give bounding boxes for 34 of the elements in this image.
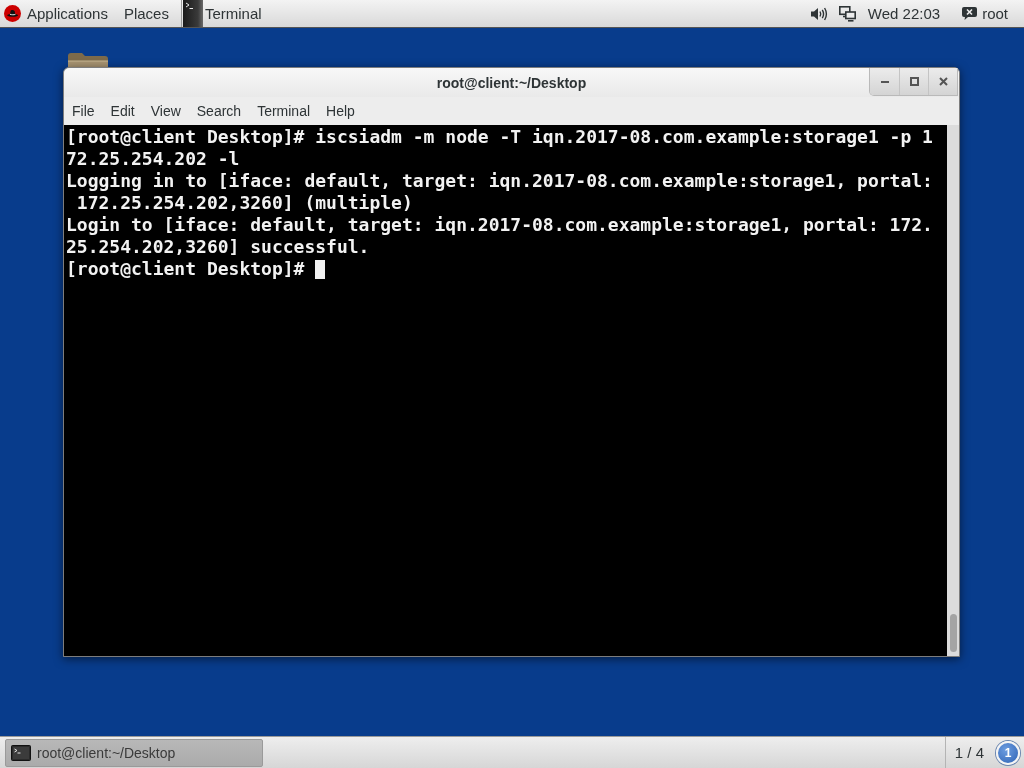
terminal-line: 25.254.202,3260] successful. (66, 236, 370, 258)
menu-item[interactable]: View (142, 99, 189, 123)
terminal-line: 72.25.254.202 -l (66, 148, 240, 170)
hat-logo-icon (4, 5, 21, 22)
close-button[interactable] (928, 68, 957, 95)
menu-item[interactable]: Help (318, 99, 363, 123)
terminal-line: Logging in to [iface: default, target: iqn.2017-08.com.example:storage1, portal: (66, 170, 933, 192)
window-title: root@client:~/Desktop (436, 74, 587, 91)
panel-menu[interactable]: Applications (0, 0, 116, 27)
minimize-icon (880, 80, 889, 83)
scrollbar-thumb[interactable] (949, 614, 957, 652)
close-icon (938, 77, 948, 86)
menu-item[interactable]: File (64, 99, 103, 123)
box-x-icon (962, 7, 978, 20)
maximize-icon (909, 77, 919, 86)
terminal-icon (11, 744, 31, 761)
terminal-icon (182, 0, 203, 27)
volume-icon (810, 6, 828, 21)
menu-item[interactable]: Edit (102, 99, 143, 123)
maximize-button[interactable] (899, 68, 928, 95)
window-list-button[interactable]: root@client:~/Desktop (5, 738, 263, 767)
panel-menu[interactable]: Places (115, 0, 177, 27)
menu-item[interactable]: Terminal (249, 99, 319, 123)
folder-icon[interactable] (67, 52, 109, 67)
menu-item[interactable]: Search (188, 99, 250, 123)
terminal-line: 172.25.254.202,3260] (multiple) (75, 192, 413, 214)
network-icon (838, 5, 856, 22)
workspace-indicator[interactable]: 1 / 4 (944, 737, 994, 768)
terminal-line: Login to [iface: default, target: iqn.2017-08.com.example:storage1, portal: 172. (66, 214, 933, 236)
app-menu[interactable]: Terminal (181, 0, 270, 27)
user-menu[interactable]: root (962, 0, 1024, 27)
terminal-line: [root@client Desktop]# iscsiadm -m node -T iqn.2017-08.com.example:storage1 -p 1 (66, 126, 933, 148)
clock[interactable]: Wed 22:03 (867, 5, 963, 22)
terminal-prompt: [root@client Desktop]# (66, 258, 305, 280)
